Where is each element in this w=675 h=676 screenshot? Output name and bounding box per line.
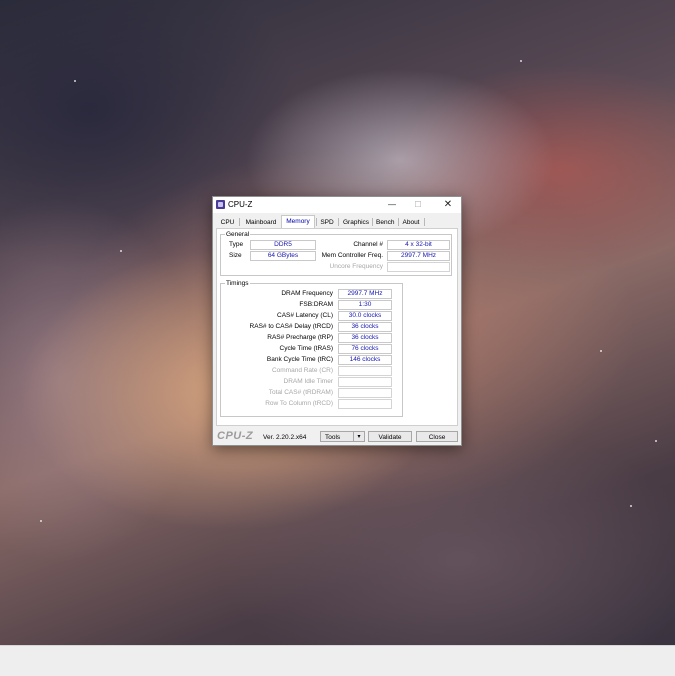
tab-separator bbox=[239, 218, 240, 226]
type-label: Type bbox=[229, 241, 244, 248]
timing-value: 146 clocks bbox=[338, 355, 392, 365]
tab-separator bbox=[424, 218, 425, 226]
timing-value bbox=[338, 388, 392, 398]
timing-value: 2997.7 MHz bbox=[338, 289, 392, 299]
star bbox=[520, 60, 522, 62]
timing-value: 36 clocks bbox=[338, 333, 392, 343]
timing-label: Row To Column (tRCD) bbox=[265, 400, 333, 407]
timing-label: Bank Cycle Time (tRC) bbox=[266, 356, 333, 363]
tab-bench[interactable]: Bench bbox=[373, 216, 397, 227]
type-value: DDR5 bbox=[250, 240, 316, 250]
uncore-frequency-value bbox=[387, 262, 450, 272]
version-text: Ver. 2.20.2.x64 bbox=[263, 434, 307, 441]
bottom-bar: CPU-Z Ver. 2.20.2.x64 Tools ▾ Validate C… bbox=[213, 429, 461, 445]
timing-label: FSB:DRAM bbox=[299, 301, 333, 308]
tab-spd[interactable]: SPD bbox=[317, 216, 337, 227]
tab-cpu[interactable]: CPU bbox=[217, 216, 238, 227]
timing-value: 36 clocks bbox=[338, 322, 392, 332]
timing-label: RAS# Precharge (tRP) bbox=[267, 334, 333, 341]
title-bar[interactable]: CPU-Z — ☐ ✕ bbox=[213, 197, 461, 213]
timings-group-title: Timings bbox=[225, 279, 250, 288]
timing-value: 1:30 bbox=[338, 300, 392, 310]
window-title: CPU-Z bbox=[228, 200, 253, 209]
timing-value bbox=[338, 377, 392, 387]
star bbox=[655, 440, 657, 442]
channel-label: Channel # bbox=[353, 241, 383, 248]
tools-dropdown-arrow-icon[interactable]: ▾ bbox=[353, 431, 365, 442]
mem-controller-freq-value: 2997.7 MHz bbox=[387, 251, 450, 261]
timing-value bbox=[338, 399, 392, 409]
timing-label: Total CAS# (tRDRAM) bbox=[268, 389, 333, 396]
timings-group: Timings DRAM Frequency 2997.7 MHz FSB:DRAM… bbox=[220, 279, 403, 417]
cpuz-brand-logo: CPU-Z bbox=[217, 430, 254, 442]
timing-value: 30.0 clocks bbox=[338, 311, 392, 321]
size-value: 64 GBytes bbox=[250, 251, 316, 261]
timing-label: Cycle Time (tRAS) bbox=[279, 345, 333, 352]
star bbox=[74, 80, 76, 82]
timing-value bbox=[338, 366, 392, 376]
timing-label: DRAM Idle Timer bbox=[283, 378, 333, 385]
close-window-button[interactable]: ✕ bbox=[437, 197, 459, 213]
timing-label: DRAM Frequency bbox=[281, 290, 333, 297]
size-label: Size bbox=[229, 252, 242, 259]
close-button[interactable]: Close bbox=[416, 431, 458, 442]
tab-graphics[interactable]: Graphics bbox=[340, 216, 371, 227]
mem-controller-freq-label: Mem Controller Freq. bbox=[321, 252, 383, 259]
memory-panel: General Type DDR5 Size 64 GBytes Channel… bbox=[216, 228, 458, 426]
uncore-frequency-label: Uncore Frequency bbox=[329, 263, 383, 270]
tab-memory[interactable]: Memory bbox=[281, 215, 315, 228]
timing-label: CAS# Latency (CL) bbox=[277, 312, 333, 319]
star bbox=[120, 250, 122, 252]
timing-label: RAS# to CAS# Delay (tRCD) bbox=[249, 323, 333, 330]
timing-value: 76 clocks bbox=[338, 344, 392, 354]
cpuz-app-icon bbox=[216, 200, 225, 209]
timing-label: Command Rate (CR) bbox=[271, 367, 333, 374]
star bbox=[600, 350, 602, 352]
validate-button[interactable]: Validate bbox=[368, 431, 412, 442]
channel-value: 4 x 32-bit bbox=[387, 240, 450, 250]
tab-about[interactable]: About bbox=[399, 216, 423, 227]
minimize-button[interactable]: — bbox=[381, 197, 403, 213]
tab-separator bbox=[338, 218, 339, 226]
maximize-button[interactable]: ☐ bbox=[407, 197, 429, 213]
taskbar bbox=[0, 645, 675, 676]
star bbox=[40, 520, 42, 522]
general-group: General Type DDR5 Size 64 GBytes Channel… bbox=[220, 230, 452, 276]
general-group-title: General bbox=[225, 230, 251, 239]
star bbox=[630, 505, 632, 507]
tab-mainboard[interactable]: Mainboard bbox=[241, 216, 281, 227]
cpuz-window[interactable]: CPU-Z — ☐ ✕ CPU Mainboard Memory SPD Gra… bbox=[212, 196, 462, 446]
